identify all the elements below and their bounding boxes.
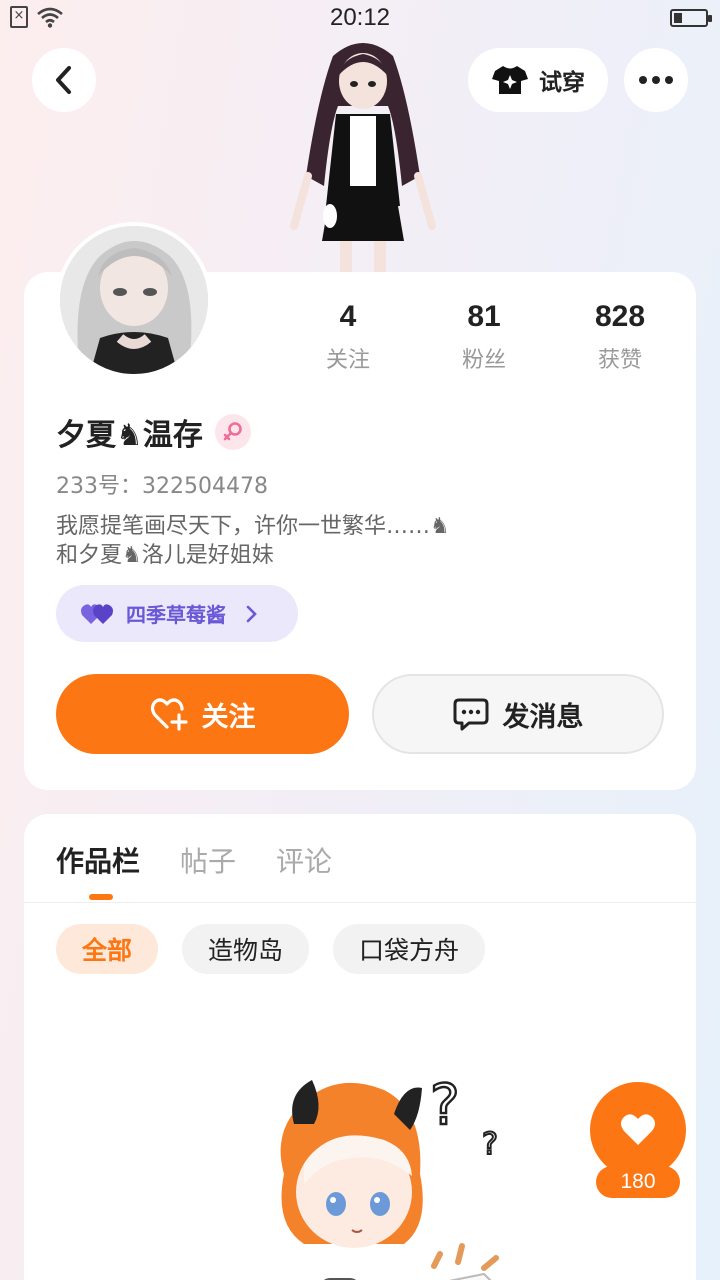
message-button[interactable]: 发消息 <box>372 674 664 754</box>
stat-fans[interactable]: 81 粉丝 <box>424 300 544 374</box>
bio-line: 和夕夏♞洛儿是好姐妹 <box>56 543 274 568</box>
message-label: 发消息 <box>502 701 584 733</box>
svg-text:?: ? <box>430 1073 460 1138</box>
tshirt-sparkle-icon <box>492 66 528 94</box>
group-chip[interactable]: 四季草莓酱 <box>56 585 298 642</box>
stat-following-value: 4 <box>339 300 357 333</box>
heart-plus-icon <box>150 698 188 731</box>
tab-comments[interactable]: 评论 <box>276 840 332 880</box>
follow-label: 关注 <box>201 701 256 733</box>
filter-chips: 全部 造物岛 口袋方舟 <box>56 924 486 974</box>
filter-all[interactable]: 全部 <box>56 924 159 974</box>
tab-posts[interactable]: 帖子 <box>180 840 236 880</box>
female-icon <box>223 422 242 441</box>
more-dot <box>652 76 660 84</box>
stat-fans-label: 粉丝 <box>461 348 506 373</box>
empty-state-illustration: ? ? <box>280 1072 499 1280</box>
stat-following[interactable]: 4 关注 <box>288 300 408 374</box>
more-dot <box>665 76 673 84</box>
username-row: 夕夏♞温存 <box>56 410 251 454</box>
bio: 我愿提笔画尽天下，许你一世繁华……♞ 和夕夏♞洛儿是好姐妹 <box>56 512 450 570</box>
content-card: 作品栏 帖子 评论 全部 造物岛 口袋方舟 ? ? <box>24 814 696 1280</box>
heart-icon <box>621 1114 655 1145</box>
more-button[interactable] <box>624 48 688 112</box>
chevron-right-icon <box>246 605 257 622</box>
double-heart-icon <box>81 603 113 624</box>
username: 夕夏♞温存 <box>56 418 203 453</box>
stat-likes-label: 获赞 <box>597 348 642 373</box>
stat-following-label: 关注 <box>325 348 370 373</box>
status-bar: × 20:12 <box>0 0 720 38</box>
group-label: 四季草莓酱 <box>126 603 226 627</box>
battery-level <box>674 13 682 23</box>
svg-text:?: ? <box>482 1127 498 1162</box>
status-time: 20:12 <box>329 4 391 31</box>
like-count: 180 <box>596 1166 680 1198</box>
more-dot <box>639 76 647 84</box>
user-id: 233号：322504478 <box>56 474 268 499</box>
profile-avatar[interactable] <box>56 222 212 378</box>
battery-icon <box>670 9 712 27</box>
chat-bubble-icon <box>453 698 488 731</box>
tab-works[interactable]: 作品栏 <box>56 840 140 880</box>
stat-likes[interactable]: 828 获赞 <box>560 300 680 374</box>
back-button[interactable] <box>32 48 96 112</box>
avatar-3d-figure[interactable] <box>288 36 438 274</box>
filter-pocket-ark[interactable]: 口袋方舟 <box>333 924 486 974</box>
stat-likes-value: 828 <box>594 300 646 333</box>
follow-button[interactable]: 关注 <box>56 674 349 754</box>
avatar-image <box>60 226 208 374</box>
stat-fans-value: 81 <box>467 300 501 333</box>
like-button[interactable] <box>590 1082 686 1178</box>
bio-line: 我愿提笔画尽天下，许你一世繁华……♞ <box>56 514 450 539</box>
chevron-left-icon <box>56 66 71 94</box>
tabs-divider <box>24 902 696 903</box>
gender-badge <box>214 414 251 450</box>
filter-creation-island[interactable]: 造物岛 <box>182 924 310 974</box>
try-on-button[interactable]: 试穿 <box>468 48 608 112</box>
content-tabs: 作品栏 帖子 评论 <box>56 840 332 880</box>
try-on-label: 试穿 <box>539 70 585 96</box>
tab-indicator <box>89 894 113 900</box>
